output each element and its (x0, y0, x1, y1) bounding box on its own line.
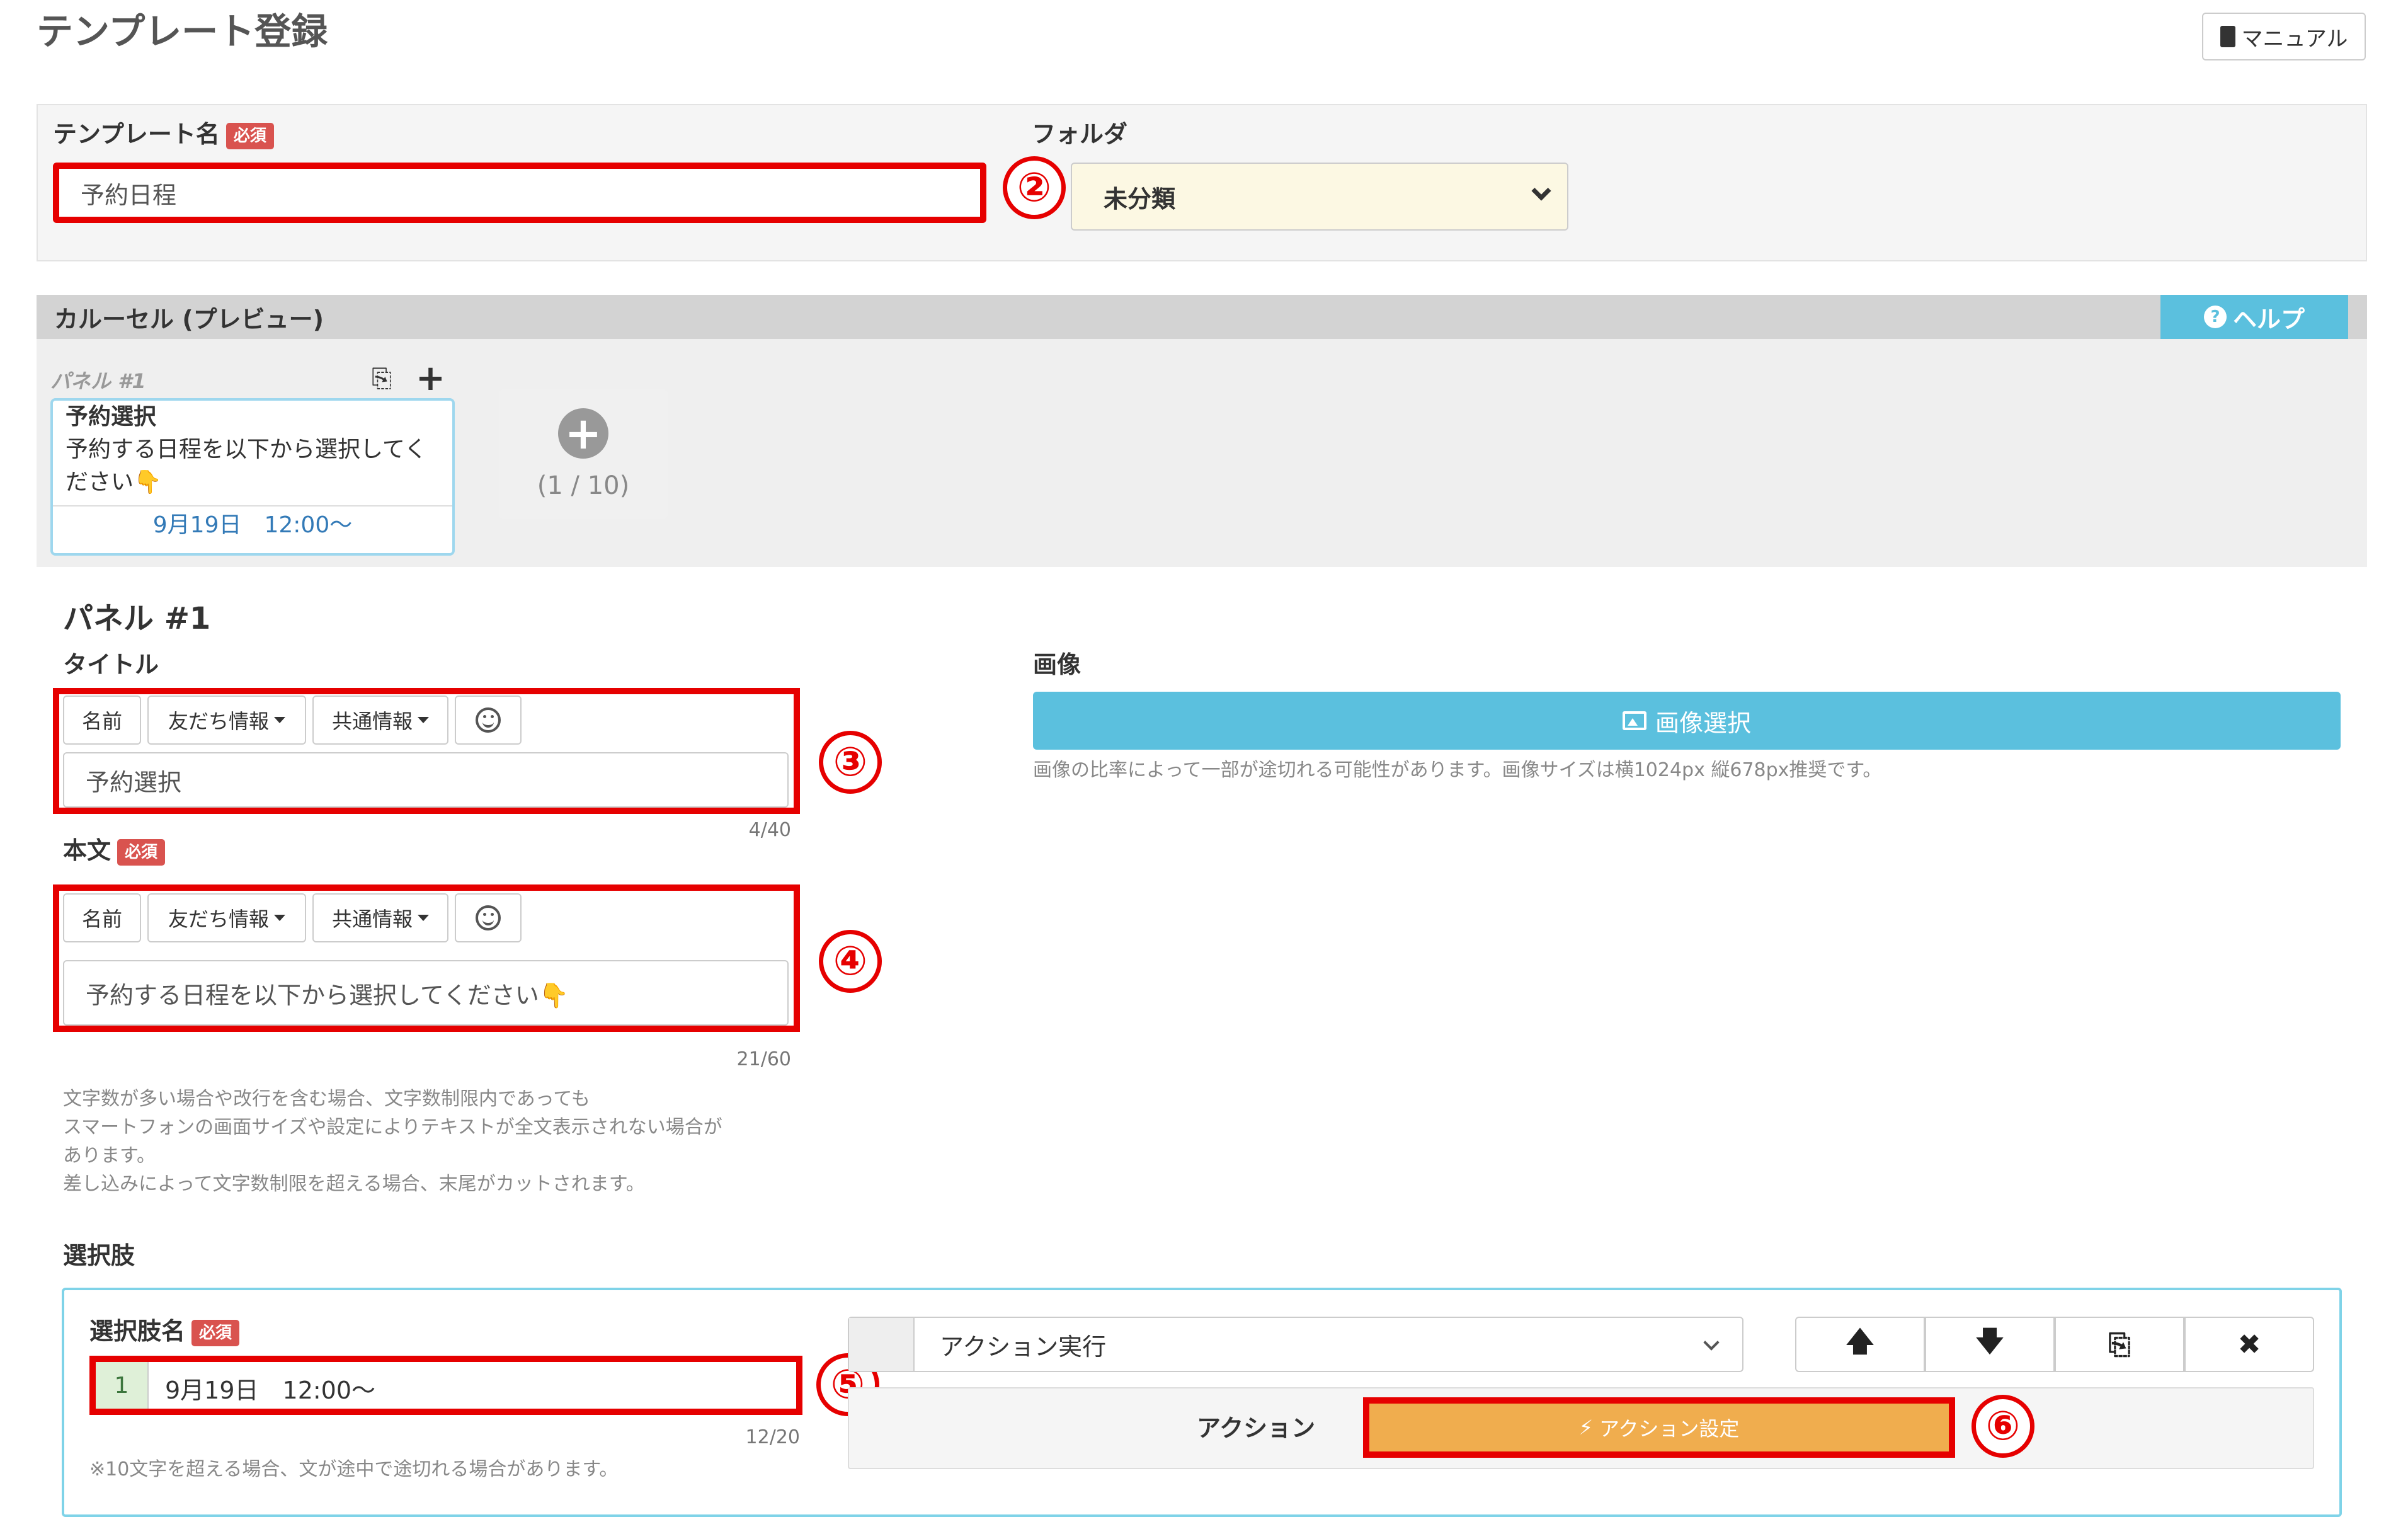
manual-button[interactable]: マニュアル (2202, 13, 2366, 60)
plus-icon[interactable]: + (416, 358, 445, 399)
template-name-label-text: テンプレート名 (53, 120, 220, 148)
insert-name-button[interactable]: 名前 (63, 695, 141, 745)
preview-card[interactable]: 予約選択 予約する日程を以下から選択してく ださい👇 9月19日 12:00〜 (50, 398, 455, 556)
choice-name-label: 選択肢名 必須 (89, 1315, 240, 1347)
help-button[interactable]: ? ヘルプ (2160, 295, 2348, 339)
copy-icon: ⎘ (2108, 1328, 2131, 1361)
action-type-value: アクション実行 (940, 1332, 1107, 1361)
image-select-button[interactable]: 画像選択 (1033, 692, 2341, 750)
help-label: ヘルプ (2232, 305, 2305, 333)
action-type-select[interactable]: アクション実行 (848, 1317, 1743, 1372)
body-notes: 文字数が多い場合や改行を含む場合、文字数制限内であっても スマートフォンの画面サ… (63, 1085, 819, 1198)
choice-name-input[interactable]: 9月19日 12:00〜 (165, 1371, 375, 1405)
manual-button-label: マニュアル (2241, 26, 2348, 52)
move-up-button[interactable]: 🡅 (1795, 1317, 1925, 1372)
choice-name-label-text: 選択肢名 (89, 1317, 186, 1345)
carousel-header: カルーセル (プレビュー) (37, 295, 2367, 339)
caret-down-icon (418, 717, 429, 723)
caret-down-icon (274, 915, 285, 921)
friend-info-dropdown[interactable]: 友だち情報 (147, 695, 306, 745)
image-select-label: 画像選択 (1655, 709, 1751, 737)
copy-choice-button[interactable]: ⎘ (2055, 1317, 2184, 1372)
common-info-label: 共通情報 (331, 709, 413, 733)
smiley-icon (476, 905, 501, 930)
body-char-count: 21/60 (736, 1048, 791, 1070)
copy-icon[interactable]: ⎘ (372, 364, 392, 393)
folder-select[interactable]: 未分類 (1071, 163, 1568, 231)
folder-label: フォルダ (1032, 120, 1128, 148)
annotation-2: ② (1003, 156, 1066, 219)
annotation-3: ③ (819, 731, 882, 794)
panel-heading: パネル #1 (63, 601, 211, 636)
delete-choice-button[interactable]: ✖ (2184, 1317, 2314, 1372)
chevron-down-icon (1531, 181, 1551, 201)
action-settings-button[interactable]: ⚡ アクション設定 (1369, 1404, 1949, 1451)
bolt-icon: ⚡ (1578, 1416, 1594, 1440)
annotation-4: ④ (819, 930, 882, 993)
insert-name-button[interactable]: 名前 (63, 893, 141, 942)
action-settings-label: アクション設定 (1599, 1417, 1740, 1441)
caret-down-icon (418, 915, 429, 921)
body-value: 予約する日程を以下から選択してください👇 (86, 981, 569, 1009)
body-note-3: あります。 (63, 1145, 156, 1167)
required-badge: 必須 (117, 839, 166, 866)
choice-char-count: 12/20 (745, 1426, 800, 1448)
body-note-2: スマートフォンの画面サイズや設定によりテキストが全文表示されない場合が (63, 1116, 722, 1138)
chevron-down-icon (1703, 1334, 1720, 1351)
body-note-1: 文字数が多い場合や改行を含む場合、文字数制限内であっても (63, 1088, 590, 1110)
template-name-input[interactable]: 予約日程 (53, 163, 986, 223)
friend-info-dropdown[interactable]: 友だち情報 (147, 893, 306, 942)
panel-count: (1 / 10) (537, 471, 630, 500)
preview-card-choice[interactable]: 9月19日 12:00〜 (53, 505, 452, 544)
emoji-button[interactable] (455, 695, 522, 745)
body-note-4: 差し込みによって文字数制限を超える場合、末尾がカットされます。 (63, 1173, 645, 1195)
common-info-dropdown[interactable]: 共通情報 (312, 893, 448, 942)
close-icon: ✖ (2237, 1328, 2261, 1361)
common-info-label: 共通情報 (331, 907, 413, 931)
choice-index: 1 (96, 1362, 149, 1409)
title-char-count: 4/40 (748, 819, 791, 841)
picture-icon (1622, 711, 1646, 730)
image-note: 画像の比率によって一部が途切れる可能性があります。画像サイズは横1024px 縦… (1033, 759, 1882, 781)
title-label: タイトル (63, 651, 159, 678)
friend-info-label: 友だち情報 (168, 709, 269, 733)
question-icon: ? (2203, 306, 2227, 328)
title-input[interactable]: 予約選択 (63, 752, 789, 808)
panel-tab-label: パネル #1 (50, 369, 146, 393)
arrow-up-icon: 🡅 (1846, 1325, 1874, 1358)
image-label: 画像 (1033, 651, 1081, 678)
action-label: アクション (1197, 1414, 1316, 1442)
body-label: 本文 必須 (63, 835, 166, 866)
add-circle-icon: + (558, 408, 608, 459)
title-value: 予約選択 (86, 768, 182, 796)
move-down-button[interactable]: 🡇 (1925, 1317, 2055, 1372)
common-info-dropdown[interactable]: 共通情報 (312, 695, 448, 745)
preview-card-body-1: 予約する日程を以下から選択してく (66, 437, 427, 462)
arrow-down-icon: 🡇 (1975, 1325, 2004, 1358)
add-panel-button[interactable]: + (1 / 10) (499, 389, 668, 519)
required-badge: 必須 (191, 1319, 240, 1346)
select-addon (849, 1318, 915, 1371)
body-label-text: 本文 (63, 837, 111, 864)
emoji-button[interactable] (455, 893, 522, 942)
annotation-6: ⑥ (1971, 1395, 2034, 1458)
required-badge: 必須 (225, 122, 274, 149)
preview-card-title: 予約選択 (66, 404, 157, 430)
body-input[interactable]: 予約する日程を以下から選択してください👇 (63, 960, 789, 1026)
preview-card-body-2: ださい👇 (66, 469, 162, 495)
choice-note: ※10文字を超える場合、文が途中で途切れる場合があります。 (89, 1458, 619, 1480)
template-name-value: 予約日程 (81, 181, 177, 209)
smiley-icon (476, 707, 501, 733)
choices-label: 選択肢 (63, 1242, 135, 1269)
folder-value: 未分類 (1104, 185, 1176, 213)
page-title: テンプレート登録 (37, 10, 328, 53)
caret-down-icon (274, 717, 285, 723)
template-name-label: テンプレート名 必須 (53, 118, 274, 150)
friend-info-label: 友だち情報 (168, 907, 269, 931)
book-icon (2220, 26, 2235, 47)
